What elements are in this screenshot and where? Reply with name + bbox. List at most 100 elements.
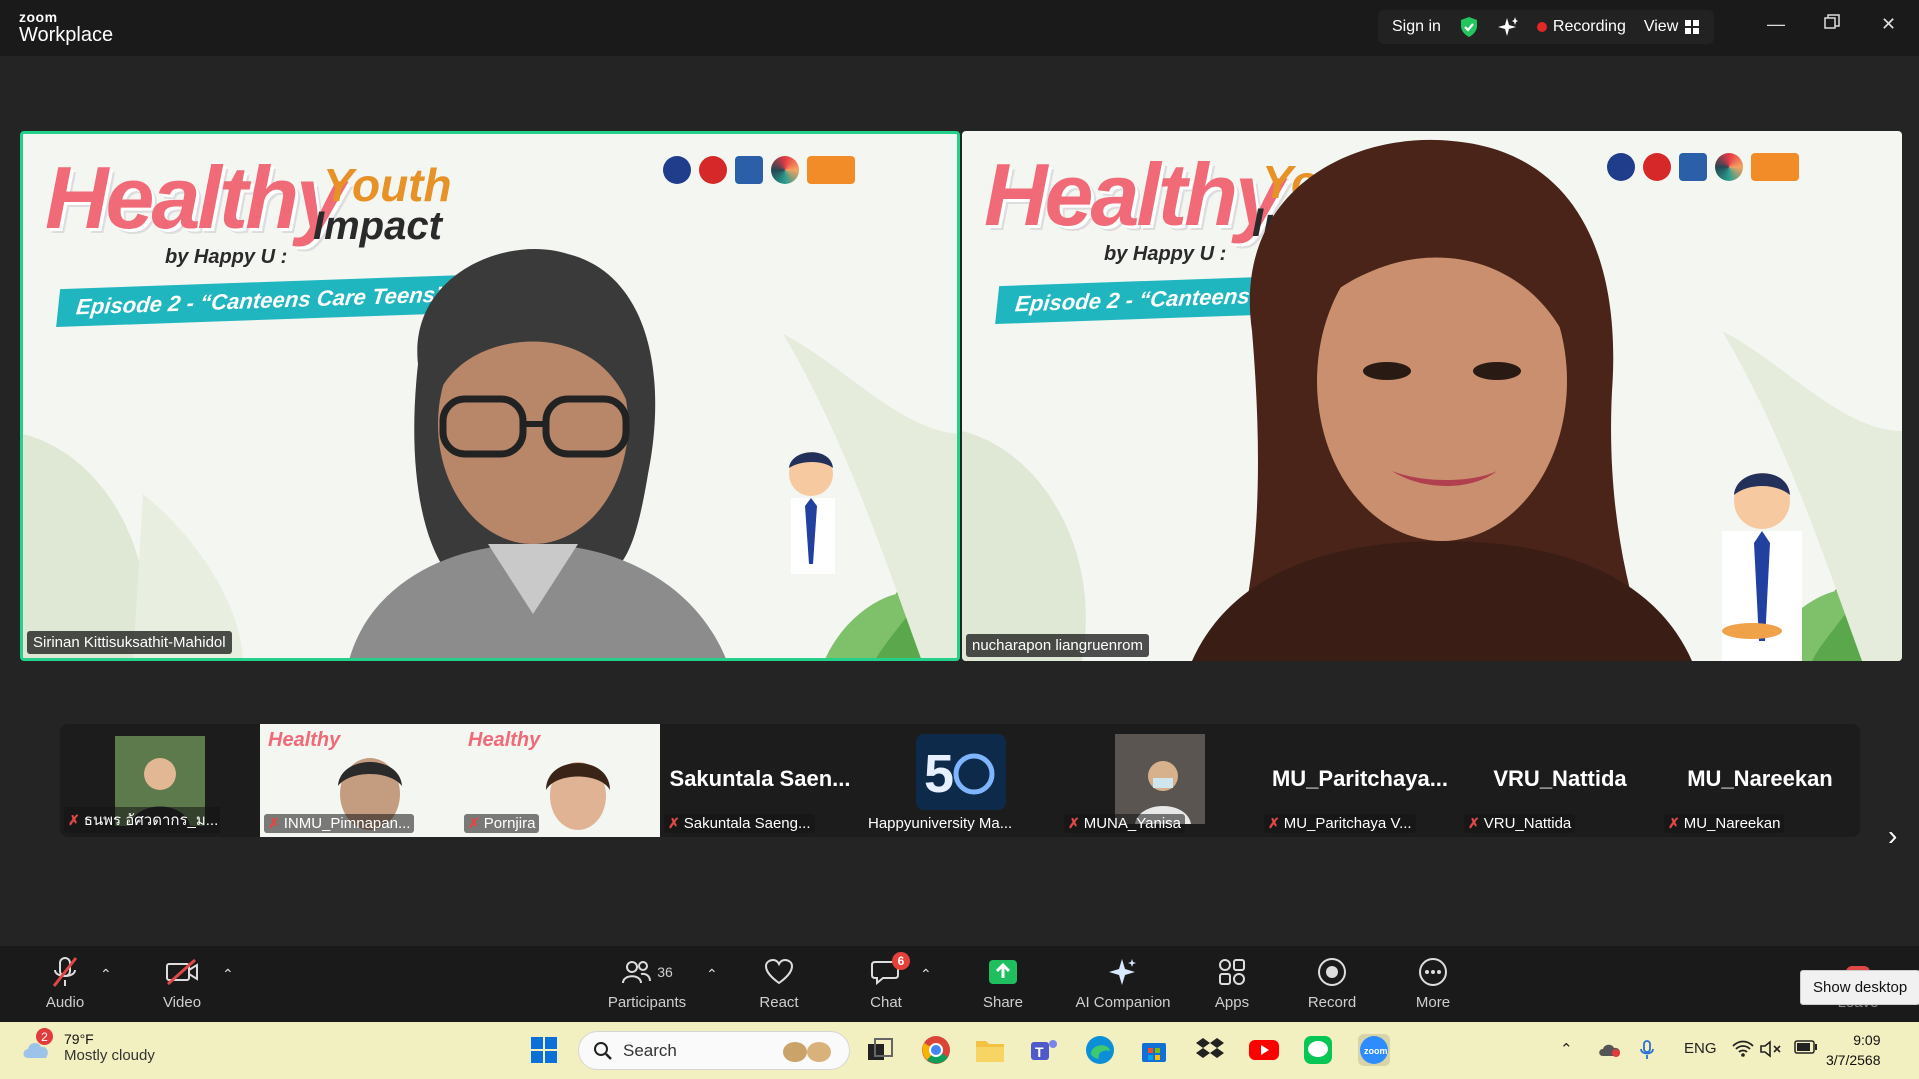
- ai-companion-label: AI Companion: [1075, 994, 1171, 1011]
- recording-indicator[interactable]: Recording: [1536, 18, 1626, 36]
- thumbnail-name: Happyuniversity Ma...: [864, 814, 1016, 833]
- edge-icon[interactable]: [1084, 1034, 1116, 1066]
- audio-options-chevron-icon[interactable]: ⌃: [100, 966, 112, 983]
- system-clock[interactable]: 9:09 3/7/2568: [1826, 1030, 1881, 1070]
- teams-icon[interactable]: T: [1028, 1034, 1060, 1066]
- thumbnail-name: ✗ Pornjira: [464, 814, 540, 833]
- thumbnail-tile[interactable]: VRU_Nattida ✗ VRU_Nattida: [1460, 724, 1660, 837]
- onedrive-icon[interactable]: [1598, 1040, 1622, 1062]
- thumbnail-tile[interactable]: Healthy ✗ Pornjira: [460, 724, 660, 837]
- video-button[interactable]: Video: [156, 954, 208, 1011]
- more-button[interactable]: More: [1412, 954, 1454, 1011]
- svg-text:5: 5: [924, 744, 954, 804]
- chat-button[interactable]: 6 Chat: [862, 952, 910, 1011]
- view-button[interactable]: View: [1644, 18, 1700, 36]
- input-language-indicator[interactable]: ENG: [1684, 1040, 1717, 1057]
- microphone-tray-icon[interactable]: [1640, 1040, 1654, 1064]
- wifi-icon[interactable]: [1732, 1040, 1754, 1062]
- line-icon[interactable]: [1302, 1034, 1334, 1066]
- search-highlight-icon: [783, 1041, 831, 1062]
- zoom-logo: zoom Workplace: [19, 10, 113, 45]
- title-bar: zoom Workplace Sign in Recording View — …: [0, 0, 1919, 56]
- tray-overflow-chevron-icon[interactable]: ⌃: [1560, 1040, 1573, 1058]
- more-ellipsis-icon: [1419, 958, 1447, 986]
- volume-muted-icon[interactable]: [1760, 1040, 1782, 1062]
- close-icon[interactable]: ✕: [1881, 14, 1896, 35]
- youtube-icon[interactable]: [1248, 1034, 1280, 1066]
- search-placeholder: Search: [623, 1040, 677, 1060]
- dropbox-icon[interactable]: [1194, 1034, 1226, 1066]
- thumbnail-display-name: MU_Paritchaya...: [1271, 766, 1449, 791]
- thumbnail-name-label: ธนพร อัศวดากร_ม...: [83, 812, 219, 829]
- svg-text:T: T: [1035, 1044, 1044, 1060]
- thumbnail-name-label: INMU_Pimnapan...: [283, 815, 411, 832]
- banner-youth-text: Youth: [323, 159, 452, 211]
- participant-photo: [1115, 734, 1205, 824]
- participants-button[interactable]: 36 Participants: [600, 954, 694, 1011]
- mahidol-logo-icon: [663, 156, 691, 184]
- security-shield-icon[interactable]: [1459, 16, 1479, 38]
- chrome-icon[interactable]: [920, 1034, 952, 1066]
- participant-video-nucharapon: [1192, 139, 1692, 661]
- video-options-chevron-icon[interactable]: ⌃: [222, 966, 234, 983]
- task-view-icon[interactable]: [864, 1034, 896, 1066]
- thumbnail-tile[interactable]: Healthy ✗ INMU_Pimnapan...: [260, 724, 460, 837]
- svg-text:Healthy: Healthy: [468, 729, 541, 751]
- weather-widget[interactable]: 2 79°F Mostly cloudy: [20, 1028, 155, 1064]
- thumbnail-tile[interactable]: MU_Paritchaya... ✗ MU_Paritchaya V...: [1260, 724, 1460, 837]
- audio-button[interactable]: Audio: [40, 954, 90, 1011]
- sign-in-button[interactable]: Sign in: [1392, 18, 1441, 36]
- minimize-icon[interactable]: —: [1767, 14, 1785, 35]
- audio-label: Audio: [45, 994, 85, 1011]
- video-tile-main-1[interactable]: Healthy Youth Impact by Happy U : Episod…: [20, 131, 960, 661]
- apps-button[interactable]: Apps: [1210, 954, 1254, 1011]
- windows-start-icon[interactable]: [528, 1034, 560, 1066]
- muted-mic-icon: ✗: [1068, 815, 1080, 831]
- thumbnail-tile[interactable]: Sakuntala Saen... ✗ Sakuntala Saeng...: [660, 724, 860, 837]
- zoom-taskbar-icon[interactable]: zoom: [1358, 1034, 1390, 1066]
- ai-sparkle-icon[interactable]: [1497, 16, 1519, 38]
- clock-time: 9:09: [1853, 1032, 1881, 1048]
- thumbnail-display-name: MU_Nareekan: [1687, 766, 1833, 791]
- thumbnail-tile[interactable]: 5 Happyuniversity Ma...: [860, 724, 1060, 837]
- apps-label: Apps: [1214, 994, 1250, 1011]
- microsoft-store-icon[interactable]: [1138, 1034, 1170, 1066]
- thumbnail-name: ✗ MU_Paritchaya V...: [1264, 814, 1416, 833]
- participant-video-sirinan: [349, 248, 726, 658]
- restore-icon[interactable]: [1824, 14, 1840, 35]
- thumbnail-tile[interactable]: ✗ MUNA_Yanisa: [1060, 724, 1260, 837]
- recording-label: Recording: [1552, 18, 1626, 35]
- thumbnail-name-label: MU_Nareekan: [1683, 815, 1781, 832]
- clock-date: 3/7/2568: [1826, 1052, 1881, 1068]
- thumbnail-name-label: MU_Paritchaya V...: [1283, 815, 1412, 832]
- thaihealth-logo-icon: [807, 156, 855, 184]
- thumbnail-next-chevron-icon[interactable]: ›: [1888, 820, 1897, 852]
- chat-label: Chat: [870, 994, 902, 1011]
- meeting-header-controls: Sign in Recording View: [1378, 10, 1715, 44]
- thumbnail-name: ✗ MUNA_Yanisa: [1064, 814, 1185, 833]
- thumbnail-name: ✗ INMU_Pimnapan...: [264, 814, 415, 833]
- thumbnail-name: ✗ MU_Nareekan: [1664, 814, 1785, 833]
- cartoon-character-icon: [1722, 473, 1802, 661]
- record-button[interactable]: Record: [1306, 954, 1358, 1011]
- participant-name-tag: Sirinan Kittisuksathit-Mahidol: [27, 631, 232, 654]
- battery-icon[interactable]: [1794, 1040, 1818, 1058]
- video-label: Video: [162, 994, 202, 1011]
- video-tile-main-2[interactable]: Healthy Youth Impact by Happy U : Episod…: [962, 131, 1902, 661]
- sponsor-logos: [663, 156, 855, 184]
- cloudy-weather-icon: 2: [20, 1028, 54, 1064]
- svg-text:zoom: zoom: [1364, 1046, 1388, 1056]
- participants-options-chevron-icon[interactable]: ⌃: [706, 966, 718, 983]
- muted-mic-icon: ✗: [468, 815, 480, 831]
- react-button[interactable]: React: [754, 954, 804, 1011]
- thumbnail-tile[interactable]: MU_Nareekan ✗ MU_Nareekan: [1660, 724, 1860, 837]
- share-button[interactable]: Share: [978, 954, 1028, 1011]
- chat-options-chevron-icon[interactable]: ⌃: [920, 966, 932, 983]
- taskbar-search-input[interactable]: Search: [578, 1031, 850, 1070]
- file-explorer-icon[interactable]: [974, 1034, 1006, 1066]
- ai-companion-button[interactable]: AI Companion: [1074, 954, 1172, 1011]
- record-label: Record: [1307, 994, 1357, 1011]
- banner-healthy-text: Healthy: [45, 148, 345, 247]
- thumbnail-tile[interactable]: ✗ ธนพร อัศวดากร_ม...: [60, 724, 220, 837]
- banner-by-text: by Happy U :: [165, 246, 288, 268]
